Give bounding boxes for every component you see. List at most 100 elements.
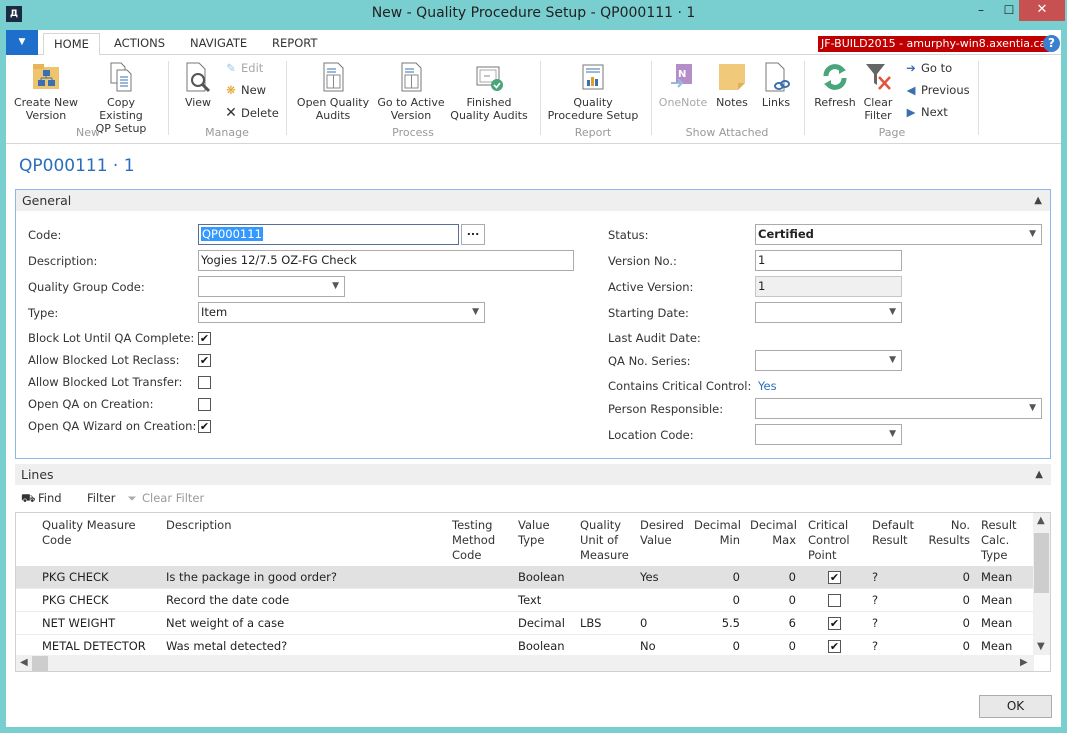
create-new-version-button[interactable]: Create New Version <box>10 61 82 122</box>
block-lot-checkbox[interactable]: ✔ <box>198 332 211 345</box>
view-button[interactable]: View <box>178 61 218 109</box>
filter-button[interactable]: Filter <box>87 491 115 505</box>
cell-quality-uom[interactable]: LBS <box>580 616 636 630</box>
contains-critical-value[interactable]: Yes <box>758 379 777 393</box>
cell-description[interactable]: Record the date code <box>166 593 446 607</box>
vertical-scrollbar[interactable]: ▲ ▼ <box>1033 513 1050 655</box>
scroll-right-icon[interactable]: ▶ <box>1020 657 1028 668</box>
cell-decimal-min[interactable]: 0 <box>694 570 740 584</box>
delete-button[interactable]: ✕ Delete <box>224 105 279 121</box>
cell-no-results[interactable]: 0 <box>928 616 970 630</box>
next-button[interactable]: ▶ Next <box>904 105 948 119</box>
cell-value-type[interactable]: Text <box>518 593 574 607</box>
table-row[interactable]: PKG CHECK Record the date code Text 0 0? 0 Mea… <box>16 589 1034 612</box>
previous-button[interactable]: ◀ Previous <box>904 83 970 97</box>
scroll-down-icon[interactable]: ▼ <box>1037 641 1045 652</box>
tab-home[interactable]: HOME <box>43 33 100 56</box>
column-header-desired-value[interactable]: Desired Value <box>640 518 690 548</box>
horizontal-scrollbar[interactable]: ◀ ▶ <box>16 655 1034 671</box>
column-header-decimal-min[interactable]: Decimal Min <box>694 518 741 548</box>
person-responsible-dropdown[interactable]: ▼ <box>755 398 1042 419</box>
horizontal-scroll-thumb[interactable] <box>32 656 48 671</box>
edit-button[interactable]: ✎ Edit <box>224 61 263 75</box>
go-to-button[interactable]: ➔ Go to <box>904 61 952 75</box>
cell-no-results[interactable]: 0 <box>928 570 970 584</box>
close-button[interactable]: ✕ <box>1019 0 1065 21</box>
cell-result-calc-type[interactable]: Mean <box>981 616 1021 630</box>
cell-description[interactable]: Was metal detected? <box>166 639 446 653</box>
links-button[interactable]: Links <box>756 61 796 109</box>
cell-description[interactable]: Is the package in good order? <box>166 570 446 584</box>
cell-desired-value[interactable]: No <box>640 639 690 653</box>
cell-value-type[interactable]: Decimal <box>518 616 574 630</box>
table-row[interactable]: NET WEIGHT Net weight of a case Decimal LBS… <box>16 612 1034 635</box>
cell-default-result[interactable]: ? <box>872 639 922 653</box>
column-header-result-calc-type[interactable]: Result Calc. Type <box>981 518 1021 563</box>
refresh-button[interactable]: Refresh <box>810 61 860 109</box>
cell-decimal-max[interactable]: 6 <box>750 616 796 630</box>
cell-no-results[interactable]: 0 <box>928 593 970 607</box>
tab-navigate[interactable]: NAVIGATE <box>180 33 257 55</box>
tab-actions[interactable]: ACTIONS <box>104 33 175 55</box>
column-header-quality-measure-code[interactable]: Quality Measure Code <box>42 518 162 548</box>
cell-quality-measure-code[interactable]: PKG CHECK <box>42 570 162 584</box>
cell-decimal-max[interactable]: 0 <box>750 593 796 607</box>
cell-result-calc-type[interactable]: Mean <box>981 593 1021 607</box>
cell-default-result[interactable]: ? <box>872 570 922 584</box>
find-button[interactable]: ⛟ Find <box>21 491 62 507</box>
minimize-button[interactable]: – <box>967 0 995 21</box>
version-no-field[interactable]: 1 <box>755 250 902 271</box>
column-header-description[interactable]: Description <box>166 518 446 533</box>
vertical-scroll-thumb[interactable] <box>1034 533 1049 593</box>
column-header-default-result[interactable]: Default Result <box>872 518 922 548</box>
clear-filter-button[interactable]: Clear Filter <box>858 61 898 122</box>
cell-default-result[interactable]: ? <box>872 593 922 607</box>
clear-filter-lines-button[interactable]: ⏷ Clear Filter <box>125 491 204 506</box>
table-row[interactable]: PKG CHECK Is the package in good order? Bo… <box>16 566 1034 589</box>
scroll-up-icon[interactable]: ▲ <box>1037 515 1045 526</box>
cell-value-type[interactable]: Boolean <box>518 570 574 584</box>
onenote-button[interactable]: N OneNote <box>656 61 710 109</box>
quality-procedure-setup-report-button[interactable]: Quality Procedure Setup <box>546 61 640 122</box>
cell-description[interactable]: Net weight of a case <box>166 616 446 630</box>
cell-default-result[interactable]: ? <box>872 616 922 630</box>
lines-header[interactable]: Lines ▲ <box>15 464 1051 485</box>
column-header-decimal-max[interactable]: Decimal Max <box>750 518 797 548</box>
cell-quality-measure-code[interactable]: NET WEIGHT <box>42 616 162 630</box>
collapse-icon[interactable]: ▲ <box>1035 464 1043 485</box>
go-to-active-version-button[interactable]: Go to Active Version <box>372 61 450 122</box>
help-icon[interactable]: ? <box>1043 35 1060 52</box>
general-header[interactable]: General ▲ <box>16 190 1050 211</box>
copy-existing-qp-setup-button[interactable]: Copy Existing QP Setup <box>84 61 158 135</box>
description-field[interactable]: Yogies 12/7.5 OZ-FG Check <box>198 250 574 271</box>
open-qa-checkbox[interactable] <box>198 398 211 411</box>
critical-control-checkbox[interactable]: ✔ <box>828 571 841 584</box>
status-dropdown[interactable]: Certified ▼ <box>755 224 1042 245</box>
location-code-dropdown[interactable]: ▼ <box>755 424 902 445</box>
allow-transfer-checkbox[interactable] <box>198 376 211 389</box>
cell-decimal-max[interactable]: 0 <box>750 639 796 653</box>
cell-result-calc-type[interactable]: Mean <box>981 639 1021 653</box>
open-qa-wizard-checkbox[interactable]: ✔ <box>198 420 211 433</box>
cell-result-calc-type[interactable]: Mean <box>981 570 1021 584</box>
notes-button[interactable]: Notes <box>712 61 752 109</box>
cell-desired-value[interactable]: 0 <box>640 616 690 630</box>
cell-quality-measure-code[interactable]: METAL DETECTOR <box>42 639 162 653</box>
cell-decimal-max[interactable]: 0 <box>750 570 796 584</box>
cell-quality-measure-code[interactable]: PKG CHECK <box>42 593 162 607</box>
column-header-critical-control-point[interactable]: Critical Control Point <box>808 518 858 563</box>
column-header-no-results[interactable]: No. Results <box>928 518 970 548</box>
scroll-left-icon[interactable]: ◀ <box>20 657 28 668</box>
app-menu-button[interactable]: ▼ <box>6 30 38 55</box>
cell-no-results[interactable]: 0 <box>928 639 970 653</box>
code-field[interactable]: QP000111 <box>198 224 459 245</box>
column-header-quality-uom[interactable]: Quality Unit of Measure <box>580 518 636 563</box>
finished-quality-audits-button[interactable]: Finished Quality Audits <box>450 61 528 122</box>
cell-value-type[interactable]: Boolean <box>518 639 574 653</box>
starting-date-dropdown[interactable]: ▼ <box>755 302 902 323</box>
allow-reclass-checkbox[interactable]: ✔ <box>198 354 211 367</box>
quality-group-code-dropdown[interactable]: ▼ <box>198 276 345 297</box>
column-header-value-type[interactable]: Value Type <box>518 518 574 548</box>
open-quality-audits-button[interactable]: Open Quality Audits <box>294 61 372 122</box>
tab-report[interactable]: REPORT <box>262 33 327 55</box>
